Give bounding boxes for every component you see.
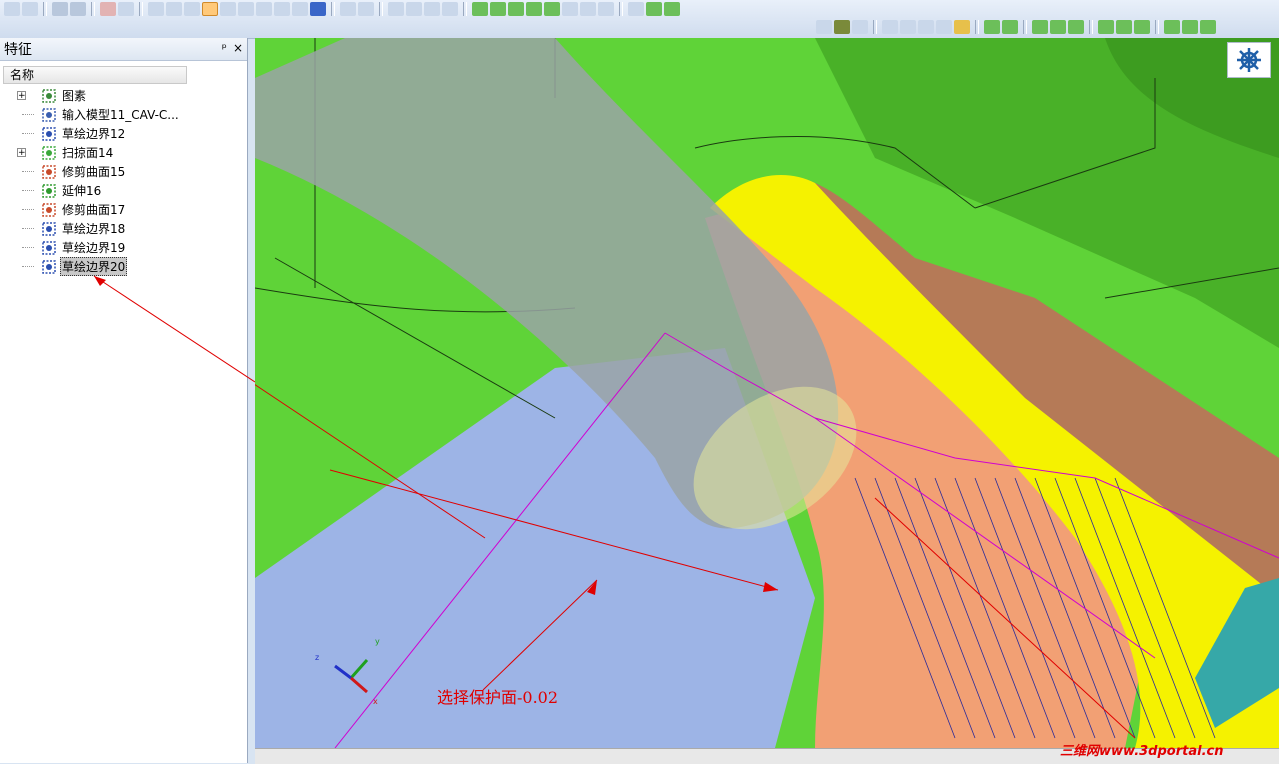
line-style-icon[interactable]	[900, 20, 916, 34]
back-arrow-icon[interactable]	[310, 2, 326, 16]
toolbar-separator	[619, 2, 623, 16]
shade-tool-icon[interactable]	[598, 2, 614, 16]
view-tool-icon[interactable]	[816, 20, 832, 34]
view-top-icon[interactable]	[984, 20, 1000, 34]
toolbar-separator	[975, 20, 979, 34]
redo-icon[interactable]	[358, 2, 374, 16]
analysis-tool-icon[interactable]	[580, 2, 596, 16]
zoom-window-icon[interactable]	[1182, 20, 1198, 34]
circle-tool-icon[interactable]	[424, 2, 440, 16]
toolbar-separator	[1155, 20, 1159, 34]
view-back-icon[interactable]	[1068, 20, 1084, 34]
axis-x-label: x	[373, 697, 378, 706]
view-front-icon[interactable]	[1002, 20, 1018, 34]
paint-bucket-icon[interactable]	[852, 20, 868, 34]
view-iso-2-icon[interactable]	[1116, 20, 1132, 34]
panel-arrow-overlay	[93, 275, 255, 383]
view-iso-3-icon[interactable]	[1134, 20, 1150, 34]
layer-tool-icon[interactable]	[628, 2, 644, 16]
axis-y-label: y	[375, 637, 380, 646]
model-canvas[interactable]: y x z	[255, 38, 1279, 748]
toolbar-separator	[873, 20, 877, 34]
material-tool-icon[interactable]	[954, 20, 970, 34]
filter-4-icon[interactable]	[256, 2, 272, 16]
surface-tool-icon[interactable]	[472, 2, 488, 16]
view-iso-icon[interactable]	[1098, 20, 1114, 34]
filter-6-icon[interactable]	[292, 2, 308, 16]
zoom-all-icon[interactable]	[1200, 20, 1216, 34]
extrude-tool-icon[interactable]	[526, 2, 542, 16]
toolbar-separator	[379, 2, 383, 16]
curve-tool-icon[interactable]	[442, 2, 458, 16]
annotation-text: 选择保护面-0.02	[437, 688, 559, 707]
axis-z-label: z	[315, 653, 319, 662]
toolbar-separator	[1023, 20, 1027, 34]
line-weight-icon[interactable]	[918, 20, 934, 34]
render-tool-icon[interactable]	[664, 2, 680, 16]
pen-tool-icon[interactable]	[882, 20, 898, 34]
measure-tool-icon[interactable]	[562, 2, 578, 16]
filter-5-icon[interactable]	[274, 2, 290, 16]
revolve-tool-icon[interactable]	[544, 2, 560, 16]
loft-tool-icon[interactable]	[508, 2, 524, 16]
3d-viewport[interactable]: y x z	[255, 38, 1279, 748]
navigator-wheel-icon[interactable]	[1227, 42, 1271, 78]
toolbar-row-2	[816, 18, 1216, 36]
toolbar-separator	[463, 2, 467, 16]
color-tool-icon[interactable]	[646, 2, 662, 16]
toolbar-separator	[331, 2, 335, 16]
navigator-wheel-glyph	[1237, 48, 1261, 72]
sweep-tool-icon[interactable]	[490, 2, 506, 16]
toolbar-separator	[1089, 20, 1093, 34]
arc-tool-icon[interactable]	[406, 2, 422, 16]
grid-tool-icon[interactable]	[834, 20, 850, 34]
zoom-fit-icon[interactable]	[1164, 20, 1180, 34]
view-right-icon[interactable]	[1050, 20, 1066, 34]
undo-icon[interactable]	[340, 2, 356, 16]
view-left-icon[interactable]	[1032, 20, 1048, 34]
line-tool-icon[interactable]	[388, 2, 404, 16]
brush-tool-icon[interactable]	[936, 20, 952, 34]
watermark-text: 三维网www.3dportal.cn	[1060, 744, 1224, 759]
